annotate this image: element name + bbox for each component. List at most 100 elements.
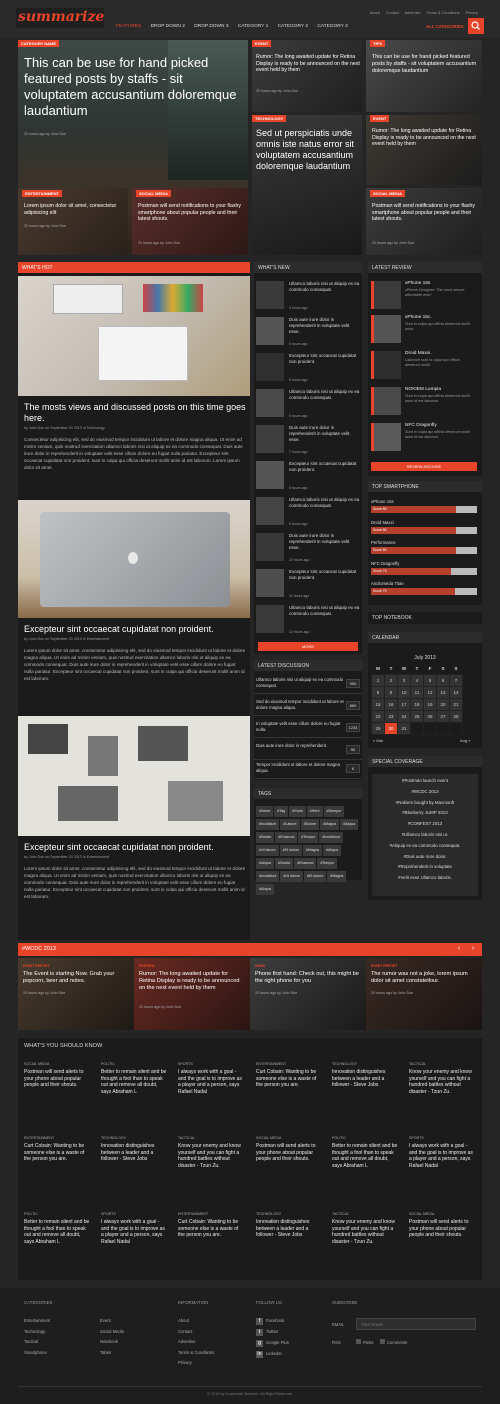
- calendar-day[interactable]: 10: [397, 685, 411, 699]
- hero-tile-7-title[interactable]: Postman will send notifications to your …: [372, 203, 480, 223]
- hero-tile-3-tag[interactable]: TECHNOLOGY: [252, 115, 287, 122]
- calendar-day[interactable]: 27: [436, 709, 450, 723]
- nav-dropdown-3[interactable]: DROP DOWN 3: [194, 24, 228, 29]
- tag-chip[interactable]: #Et dolore: [279, 845, 302, 856]
- nav-category-1[interactable]: CATEGORY 1: [238, 24, 268, 29]
- tag-chip[interactable]: #Aliqua: [340, 819, 359, 830]
- footer-info-link[interactable]: Terms & Conditions: [178, 1350, 214, 1355]
- calendar-day[interactable]: 9: [384, 685, 398, 699]
- tag-chip[interactable]: #Ut labore: [280, 871, 303, 882]
- calendar-day[interactable]: 1: [371, 673, 385, 687]
- discussion-item[interactable]: Sed do eiusmod tempor incididunt ut labo…: [254, 697, 362, 716]
- hero-tile-3-title[interactable]: Sed ut perspiciatis unde omnis iste natu…: [256, 128, 360, 172]
- know-item[interactable]: SPORTS I always work with a goal - and th…: [409, 1136, 477, 1169]
- coverage-link[interactable]: #Velit esse Ullamco laboris.: [372, 875, 478, 880]
- know-item[interactable]: ENTERTAINMENT Curt Cobain: Wanting to be …: [178, 1212, 246, 1239]
- nav-features[interactable]: FEATURES: [116, 24, 141, 29]
- hero-tile-1[interactable]: EVENT Rumor: The long awaited update for…: [252, 40, 362, 112]
- tag-chip[interactable]: #Magna: [327, 871, 347, 882]
- calendar-day[interactable]: 11: [410, 685, 424, 699]
- tag-chip[interactable]: #Tempor: [298, 832, 319, 843]
- hero-tile-2-title[interactable]: This can be use for hand picked featured…: [372, 54, 480, 74]
- know-item[interactable]: TECHNOLOGY Innovation distinguishes betwe…: [256, 1212, 324, 1239]
- review-title[interactable]: NFC Dragonfly: [405, 423, 437, 428]
- know-item[interactable]: TECHNOLOGY Innovation distinguishes betwe…: [332, 1062, 400, 1089]
- follow-linkedin[interactable]: in LinkedIn: [256, 1351, 289, 1358]
- whats-new-item[interactable]: Ullamco laboris nisi ut aliquip ex ea co…: [256, 605, 360, 638]
- know-item[interactable]: TACTICAL Know your enemy and know yoursel…: [178, 1136, 246, 1169]
- footer-category-link[interactable]: Social Media: [100, 1329, 124, 1334]
- wcdc-item-title[interactable]: Phone first hand: Check out, this might …: [255, 971, 361, 985]
- discussion-item[interactable]: Duis aute irure dolor in reprehenderit. …: [254, 741, 362, 760]
- tag-chip[interactable]: #Tag: [274, 806, 289, 817]
- discussion-item[interactable]: In voluptate velit esse cillum dolore eu…: [254, 719, 362, 738]
- know-text[interactable]: Know your enemy and know yourself and yo…: [178, 1143, 246, 1169]
- know-item[interactable]: POLITIC Better to remain silent and be th…: [24, 1212, 92, 1245]
- tag-chip[interactable]: #Aliqua: [256, 858, 274, 869]
- whats-new-text[interactable]: Duis aute irure dolor in reprehenderit i…: [289, 425, 361, 443]
- know-item[interactable]: POLITIC Better to remain silent and be th…: [332, 1136, 400, 1169]
- discussion-item[interactable]: Ullamco laboris nisi ut aliquip ex ea co…: [254, 675, 362, 694]
- whats-new-text[interactable]: Duis aute irure dolor in reprehenderit i…: [289, 317, 361, 335]
- tag-chip[interactable]: #Eiusmod: [294, 858, 317, 869]
- know-text[interactable]: Better to remain silent and be thought a…: [101, 1069, 169, 1095]
- review-title[interactable]: xPhone 15c.: [405, 315, 432, 320]
- know-text[interactable]: Innovation distinguishes between a leade…: [256, 1219, 324, 1239]
- tag-chip[interactable]: #Seddo: [275, 858, 294, 869]
- calendar-day[interactable]: 8: [371, 685, 385, 699]
- know-text[interactable]: I always work with a goal - and the goal…: [101, 1219, 169, 1245]
- wcdc-prev-button[interactable]: ‹: [454, 944, 464, 954]
- footer-info-link[interactable]: Privacy: [178, 1360, 214, 1365]
- nav-dropdown-2[interactable]: DROP DOWN 2: [151, 24, 185, 29]
- hero-tile-1-title[interactable]: Rumor: The long awaited update for Retin…: [256, 54, 360, 74]
- hot-article-1-image[interactable]: [18, 276, 250, 396]
- tag-chip[interactable]: #Magna: [320, 819, 340, 830]
- calendar-day-selected[interactable]: 30: [384, 721, 398, 735]
- coverage-link[interactable]: #Postman launch event: [372, 778, 478, 783]
- know-text[interactable]: Postman will send alerts to your phone a…: [409, 1219, 477, 1239]
- tag-chip[interactable]: #Tempor: [317, 858, 338, 869]
- smartphone-bar-row[interactable]: xPhone 15s Score 80: [371, 499, 477, 516]
- hero-tile-6[interactable]: SOCIAL MEDIA Postman will send notificat…: [132, 188, 248, 255]
- tag-chip[interactable]: #Incididunt: [319, 832, 343, 843]
- calendar-day[interactable]: 29: [371, 721, 385, 735]
- top-link-privacy[interactable]: Privacy: [466, 11, 478, 15]
- smartphone-bar-row[interactable]: Droid Maxxi Score 80: [371, 520, 477, 537]
- calendar-day[interactable]: 24: [397, 709, 411, 723]
- footer-category-link[interactable]: Tablet: [100, 1350, 124, 1355]
- know-item[interactable]: TACTICAL Know your enemy and know yoursel…: [409, 1062, 477, 1095]
- know-text[interactable]: Innovation distinguishes between a leade…: [101, 1143, 169, 1163]
- footer-info-link[interactable]: About: [178, 1318, 214, 1323]
- whats-new-item[interactable]: Duis aute irure dolor in reprehenderit i…: [256, 533, 360, 566]
- footer-category-link[interactable]: Tactical: [24, 1339, 50, 1344]
- whats-new-text[interactable]: Excepteur sint occaecat cupidatat non pr…: [289, 461, 361, 473]
- hero-tile-7-tag[interactable]: SOCIAL MEDIA: [370, 190, 406, 197]
- calendar-day[interactable]: 16: [384, 697, 398, 711]
- footer-category-link[interactable]: Smartphone: [24, 1350, 50, 1355]
- discussion-text[interactable]: Duis aute irure dolor in reprehenderit.: [256, 743, 344, 749]
- coverage-link[interactable]: #Nokiem bought by Macrosoft: [372, 800, 478, 805]
- hero-tile-5-title[interactable]: Lorem ipsum dolor sit amet, consectetur …: [24, 203, 124, 216]
- calendar-day[interactable]: 3: [397, 673, 411, 687]
- hero-main-title[interactable]: This can be use for hand picked featured…: [24, 55, 244, 119]
- coverage-link[interactable]: #Ullamco laboris nisi ut.: [372, 832, 478, 837]
- calendar-day[interactable]: 2: [384, 673, 398, 687]
- tag-chip[interactable]: #Dolore: [300, 819, 320, 830]
- whats-new-text[interactable]: Excepteur sint occaecat cupidatat non pr…: [289, 353, 361, 365]
- hero-tile-3[interactable]: TECHNOLOGY Sed ut perspiciatis unde omni…: [252, 115, 362, 255]
- footer-category-link[interactable]: Technology: [24, 1329, 50, 1334]
- wcdc-item-4[interactable]: EVENT REPORT The rumor was not a joke, l…: [366, 958, 482, 1030]
- hero-tile-6-tag[interactable]: SOCIAL MEDIA: [136, 190, 172, 197]
- review-item[interactable]: xPhone 15s xPhone Designer: The most sec…: [371, 281, 477, 309]
- tag-chip[interactable]: #Seddo: [256, 832, 275, 843]
- calendar-day[interactable]: 7: [449, 673, 463, 687]
- know-text[interactable]: Better to remain silent and be thought a…: [24, 1219, 92, 1245]
- calendar-day[interactable]: 6: [436, 673, 450, 687]
- know-text[interactable]: Better to remain silent and be thought a…: [332, 1143, 400, 1169]
- smartphone-bar-row[interactable]: Performance Score 80: [371, 540, 477, 557]
- discussion-text[interactable]: In voluptate velit esse cillum dolore eu…: [256, 721, 344, 732]
- hero-tile-4-title[interactable]: Rumor: The long awaited update for Retin…: [372, 128, 480, 148]
- smartphone-bar-row[interactable]: NFC Dragonfly Score 75: [371, 561, 477, 578]
- know-item[interactable]: ENTERTAINMENT Curt Cobain: Wanting to be …: [24, 1136, 92, 1163]
- wcdc-item-3[interactable]: NEWS Phone first hand: Check out, this m…: [250, 958, 366, 1030]
